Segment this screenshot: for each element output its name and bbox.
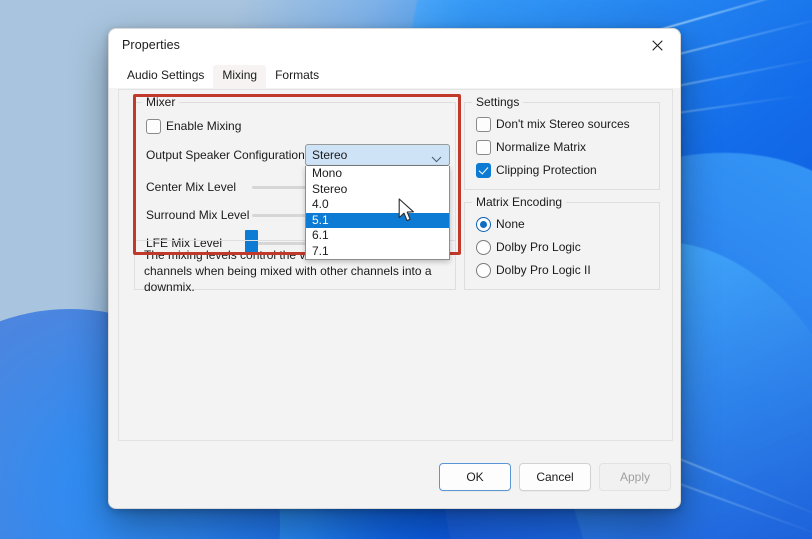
normalize-matrix-checkbox[interactable] — [476, 140, 491, 155]
mixing-tab-panel: Mixer Enable Mixing Output Speaker Confi… — [118, 89, 673, 441]
close-icon — [652, 39, 663, 51]
settings-group: Settings Don't mix Stereo sources Normal… — [464, 95, 660, 190]
ok-button[interactable]: OK — [439, 463, 511, 491]
output-speaker-config-label: Output Speaker Configuration: — [146, 148, 309, 162]
window-title: Properties — [122, 38, 180, 52]
matrix-encoding-dolby-pro-logic-radio[interactable] — [476, 240, 491, 255]
combobox-option-5-1[interactable]: 5.1 — [306, 212, 449, 228]
chevron-down-icon — [431, 152, 442, 166]
desktop-background: Properties Audio Settings Mixing Formats… — [0, 0, 812, 539]
combobox-value: Stereo — [312, 148, 348, 162]
normalize-matrix-label: Normalize Matrix — [496, 140, 587, 154]
combobox-option-7-1[interactable]: 7.1 — [306, 244, 449, 260]
tab-mixing[interactable]: Mixing — [213, 65, 267, 88]
combobox-option-stereo[interactable]: Stereo — [306, 182, 449, 198]
output-speaker-config-combobox[interactable]: Stereo Mono Stereo 4.0 5.1 6.1 7.1 — [305, 144, 450, 260]
matrix-encoding-group: Matrix Encoding None Dolby Pro Logic Dol… — [464, 195, 660, 290]
properties-dialog: Properties Audio Settings Mixing Formats… — [108, 28, 681, 509]
tab-strip: Audio Settings Mixing Formats — [109, 61, 680, 88]
matrix-encoding-none-label: None — [496, 217, 525, 231]
surround-mix-level-label: Surround Mix Level — [146, 208, 250, 222]
clipping-protection-checkbox[interactable] — [476, 163, 491, 178]
enable-mixing-label: Enable Mixing — [166, 119, 242, 133]
combobox-option-4-0[interactable]: 4.0 — [306, 197, 449, 213]
combobox-display[interactable]: Stereo — [305, 144, 450, 166]
combobox-option-6-1[interactable]: 6.1 — [306, 228, 449, 244]
title-bar: Properties — [109, 29, 680, 61]
cancel-button[interactable]: Cancel — [519, 463, 591, 491]
tab-formats[interactable]: Formats — [266, 65, 328, 88]
matrix-encoding-dolby-pro-logic-ii-label: Dolby Pro Logic II — [496, 263, 591, 277]
dont-mix-stereo-sources-label: Don't mix Stereo sources — [496, 117, 630, 131]
combobox-option-list[interactable]: Mono Stereo 4.0 5.1 6.1 7.1 — [305, 166, 450, 260]
clipping-protection-label: Clipping Protection — [496, 163, 597, 177]
tab-audio-settings[interactable]: Audio Settings — [118, 65, 213, 88]
combobox-option-mono[interactable]: Mono — [306, 166, 449, 182]
settings-group-legend: Settings — [472, 95, 524, 109]
enable-mixing-checkbox[interactable] — [146, 119, 161, 134]
apply-button: Apply — [599, 463, 671, 491]
dont-mix-stereo-sources-checkbox[interactable] — [476, 117, 491, 132]
matrix-encoding-none-radio[interactable] — [476, 217, 491, 232]
matrix-encoding-group-legend: Matrix Encoding — [472, 195, 567, 209]
mixer-group: Mixer Enable Mixing Output Speaker Confi… — [134, 95, 456, 260]
matrix-encoding-dolby-pro-logic-label: Dolby Pro Logic — [496, 240, 581, 254]
center-mix-level-label: Center Mix Level — [146, 180, 237, 194]
matrix-encoding-dolby-pro-logic-ii-radio[interactable] — [476, 263, 491, 278]
dialog-footer: OK Cancel Apply — [109, 443, 680, 508]
close-button[interactable] — [635, 29, 680, 61]
mixer-group-legend: Mixer — [142, 95, 180, 109]
